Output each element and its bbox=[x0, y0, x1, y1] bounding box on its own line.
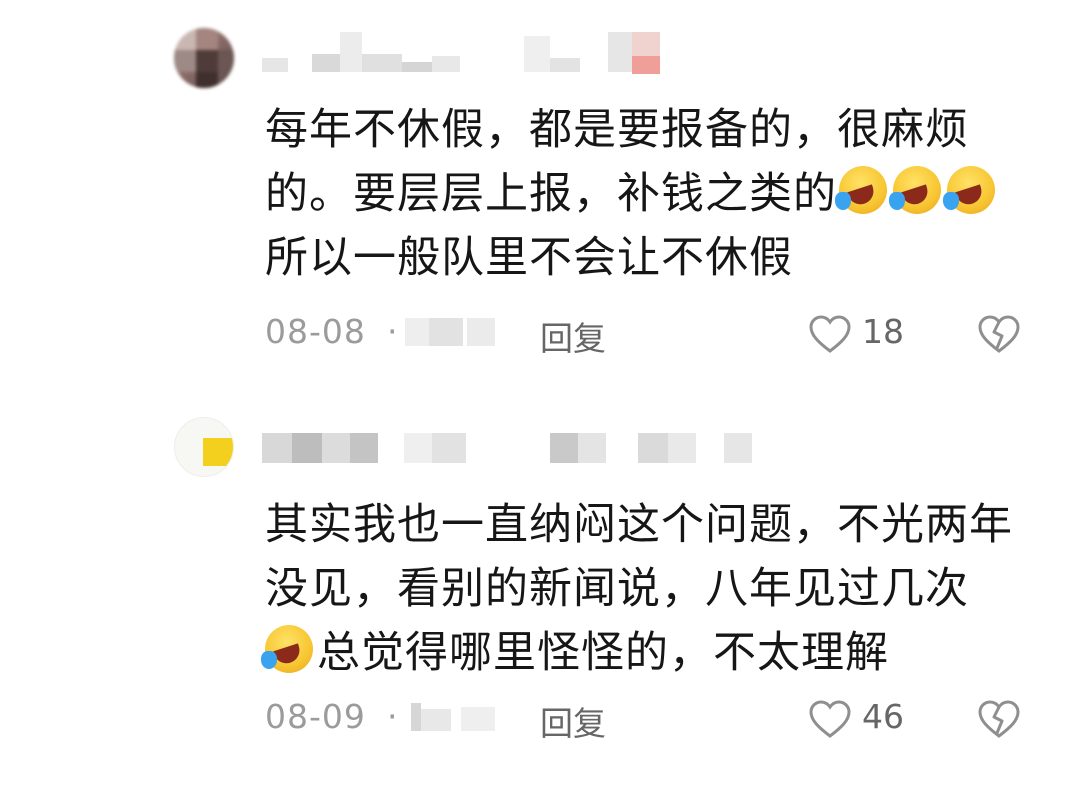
heart-outline-icon bbox=[809, 315, 851, 353]
heart-outline-icon bbox=[809, 700, 851, 738]
comment-text-line: 每年不休假，都是要报备的，很麻烦 bbox=[265, 105, 969, 155]
comment-text-line: 没见，看别的新闻说，八年见过几次 bbox=[265, 564, 969, 614]
laughing-crying-emoji-icon bbox=[889, 166, 941, 214]
separator-dot: · bbox=[387, 697, 398, 736]
comment-date: 08-09 bbox=[265, 697, 366, 736]
comment-text-line: 所以一般队里不会让不休假 bbox=[265, 233, 793, 283]
laughing-crying-emoji-icon bbox=[835, 166, 887, 214]
comment-meta: 08-08 · 回复 18 bbox=[265, 310, 1045, 358]
comment-text: 每年不休假，都是要报备的，很麻烦 的。要层层上报，补钱之类的 所以一般队里不会让… bbox=[265, 98, 1045, 290]
comment-text-fragment: 总觉得哪里怪怪的，不太理解 bbox=[317, 628, 889, 678]
comment-text-line: 总觉得哪里怪怪的，不太理解 bbox=[261, 621, 1045, 685]
comment-meta: 08-09 · 回复 46 bbox=[265, 695, 1045, 743]
dislike-button[interactable] bbox=[977, 314, 1021, 362]
dislike-button[interactable] bbox=[977, 699, 1021, 747]
like-count: 18 bbox=[862, 312, 904, 351]
broken-heart-icon bbox=[978, 700, 1020, 738]
like-count: 46 bbox=[862, 697, 904, 736]
broken-heart-icon bbox=[978, 315, 1020, 353]
avatar[interactable] bbox=[174, 28, 234, 88]
laughing-crying-emoji-icon bbox=[261, 625, 313, 673]
laughing-crying-emoji-icon bbox=[943, 166, 995, 214]
reply-button[interactable]: 回复 bbox=[540, 697, 606, 745]
comment-item: 其实我也一直纳闷这个问题，不光两年 没见，看别的新闻说，八年见过几次 总觉得哪里… bbox=[0, 395, 1080, 785]
comment-text-fragment: 的。要层层上报，补钱之类的 bbox=[265, 169, 837, 219]
comment-text-line: 的。要层层上报，补钱之类的 bbox=[265, 162, 1045, 226]
comment-list: 每年不休假，都是要报备的，很麻烦 的。要层层上报，补钱之类的 所以一般队里不会让… bbox=[0, 0, 1080, 785]
comment-item: 每年不休假，都是要报备的，很麻烦 的。要层层上报，补钱之类的 所以一般队里不会让… bbox=[0, 0, 1080, 390]
separator-dot: · bbox=[387, 312, 398, 351]
avatar[interactable] bbox=[174, 417, 234, 477]
comment-text-line: 其实我也一直纳闷这个问题，不光两年 bbox=[265, 500, 1013, 550]
reply-button[interactable]: 回复 bbox=[540, 312, 606, 360]
comment-text: 其实我也一直纳闷这个问题，不光两年 没见，看别的新闻说，八年见过几次 总觉得哪里… bbox=[261, 493, 1045, 685]
comment-date: 08-08 bbox=[265, 312, 366, 351]
